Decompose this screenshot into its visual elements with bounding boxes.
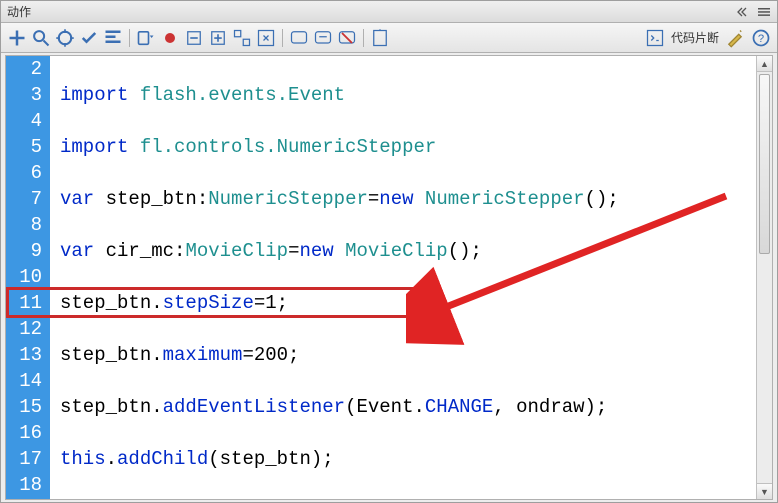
toolbar: 代码片断 ? xyxy=(1,23,777,53)
line-number: 18 xyxy=(12,472,42,498)
line-number: 2 xyxy=(12,56,42,82)
code-content[interactable]: import flash.events.Event import fl.cont… xyxy=(50,56,756,499)
collapse-block-button[interactable] xyxy=(184,28,204,48)
script-assist-button[interactable] xyxy=(725,28,745,48)
line-number: 16 xyxy=(12,420,42,446)
find-button[interactable] xyxy=(31,28,51,48)
debug-options-button[interactable] xyxy=(160,28,180,48)
code-line: this.addChild(step_btn); xyxy=(60,446,756,472)
collapse-left-icon[interactable] xyxy=(737,5,751,19)
auto-format-button[interactable] xyxy=(103,28,123,48)
code-line: step_btn.addEventListener(Event.CHANGE, … xyxy=(60,394,756,420)
toolbar-separator xyxy=(282,29,283,47)
expand-all-button[interactable] xyxy=(256,28,276,48)
code-line: step_btn.stepSize=1; xyxy=(60,290,756,316)
line-number: 7 xyxy=(12,186,42,212)
line-number: 6 xyxy=(12,160,42,186)
target-button[interactable] xyxy=(55,28,75,48)
line-number: 9 xyxy=(12,238,42,264)
scroll-thumb[interactable] xyxy=(759,74,770,254)
line-number: 5 xyxy=(12,134,42,160)
line-number: 10 xyxy=(12,264,42,290)
remove-comment-button[interactable] xyxy=(337,28,357,48)
code-line: import fl.controls.NumericStepper xyxy=(60,134,756,160)
line-number: 15 xyxy=(12,394,42,420)
scroll-up-button[interactable]: ▲ xyxy=(757,56,772,72)
apply-block-comment-button[interactable] xyxy=(289,28,309,48)
line-number: 12 xyxy=(12,316,42,342)
panel-menu-icon[interactable] xyxy=(757,5,771,19)
toolbar-separator xyxy=(129,29,130,47)
pin-script-button[interactable] xyxy=(370,28,390,48)
help-button[interactable]: ? xyxy=(751,28,771,48)
svg-text:?: ? xyxy=(758,32,764,44)
toolbar-separator xyxy=(363,29,364,47)
code-snippet-icon[interactable] xyxy=(645,28,665,48)
line-number: 8 xyxy=(12,212,42,238)
apply-line-comment-button[interactable] xyxy=(313,28,333,48)
collapse-selection-button[interactable] xyxy=(232,28,252,48)
add-script-button[interactable] xyxy=(7,28,27,48)
code-editor[interactable]: 2 3 4 5 6 7 8 9 10 11 12 13 14 15 16 17 … xyxy=(5,55,773,500)
line-number: 13 xyxy=(12,342,42,368)
show-code-hint-button[interactable] xyxy=(136,28,156,48)
code-line: step_btn.maximum=200; xyxy=(60,342,756,368)
code-snippet-label[interactable]: 代码片断 xyxy=(671,29,719,46)
line-number: 4 xyxy=(12,108,42,134)
line-number-gutter: 2 3 4 5 6 7 8 9 10 11 12 13 14 15 16 17 … xyxy=(6,56,50,499)
expand-block-button[interactable] xyxy=(208,28,228,48)
code-line: var cir_mc:MovieClip=new MovieClip(); xyxy=(60,238,756,264)
vertical-scrollbar[interactable]: ▲ ▼ xyxy=(756,56,772,499)
panel-title-bar: 动作 xyxy=(1,1,777,23)
scroll-track[interactable] xyxy=(757,72,772,483)
code-line: this.addChild(cir_mc); xyxy=(60,498,756,500)
line-number: 3 xyxy=(12,82,42,108)
panel-title: 动作 xyxy=(7,3,31,20)
code-line: import flash.events.Event xyxy=(60,82,756,108)
line-number: 14 xyxy=(12,368,42,394)
actions-panel: 动作 xyxy=(0,0,778,503)
check-syntax-button[interactable] xyxy=(79,28,99,48)
line-number: 17 xyxy=(12,446,42,472)
scroll-down-button[interactable]: ▼ xyxy=(757,483,772,499)
code-line: var step_btn:NumericStepper=new NumericS… xyxy=(60,186,756,212)
line-number: 11 xyxy=(12,290,42,316)
